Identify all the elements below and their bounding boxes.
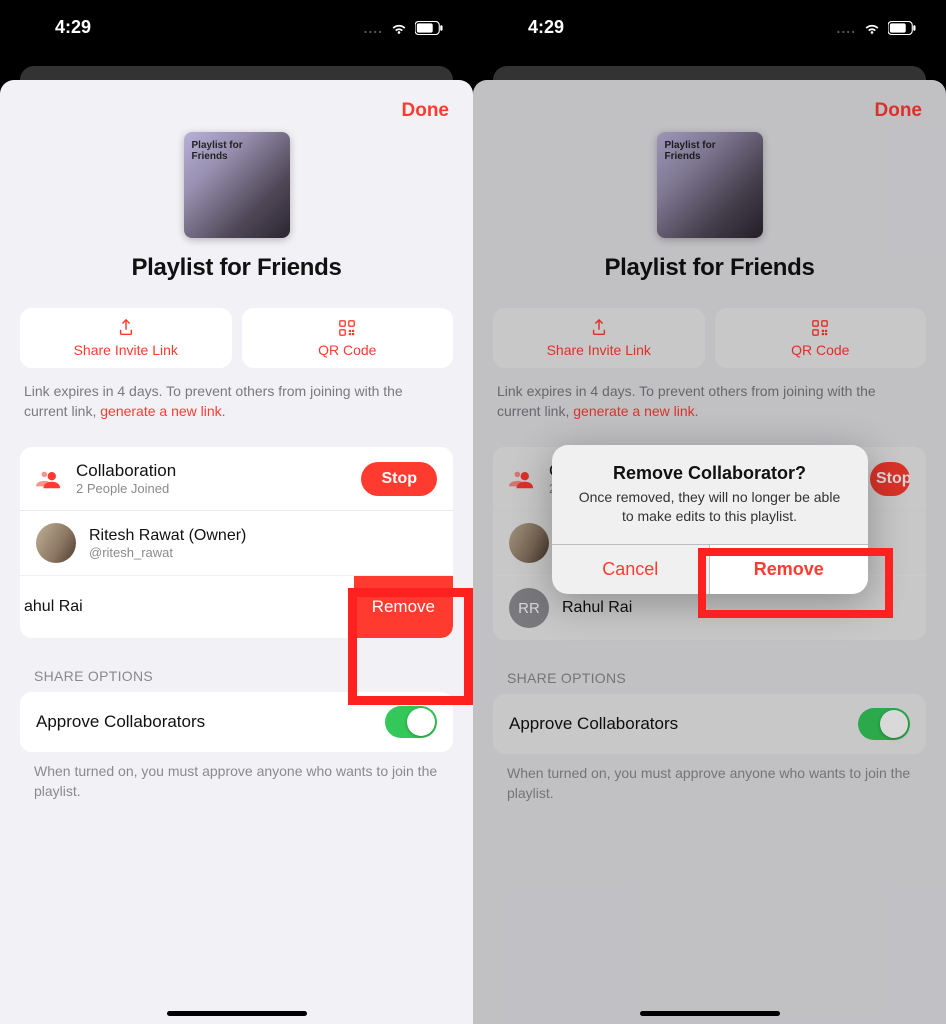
battery-icon bbox=[415, 21, 443, 35]
approve-help-text: When turned on, you must approve anyone … bbox=[20, 762, 453, 801]
playlist-artwork: Playlist for Friends bbox=[657, 132, 763, 238]
member-name-partial: ahul Rai bbox=[20, 598, 354, 616]
wifi-icon bbox=[863, 21, 881, 35]
status-time: 4:29 bbox=[528, 17, 564, 38]
phone-left: 4:29 .... Done Playlist for Friends Play… bbox=[0, 0, 473, 1024]
alert-buttons: Cancel Remove bbox=[552, 544, 868, 594]
playlist-title: Playlist for Friends bbox=[493, 254, 926, 282]
avatar-initials: RR bbox=[509, 588, 549, 628]
avatar bbox=[509, 523, 549, 563]
status-time: 4:29 bbox=[55, 17, 91, 38]
approve-help-text: When turned on, you must approve anyone … bbox=[493, 764, 926, 803]
approve-collaborators-row: Approve Collaborators bbox=[493, 694, 926, 754]
approve-toggle[interactable] bbox=[385, 706, 437, 738]
alert-remove-button[interactable]: Remove bbox=[709, 545, 868, 594]
avatar bbox=[36, 523, 76, 563]
qr-code-button[interactable]: QR Code bbox=[242, 308, 454, 368]
member-name: Rahul Rai bbox=[562, 599, 910, 617]
share-buttons-row: Share Invite Link QR Code bbox=[493, 308, 926, 368]
collab-info: Collaboration 2 People Joined bbox=[76, 461, 347, 496]
link-expiry-text: Link expires in 4 days. To prevent other… bbox=[20, 382, 453, 421]
done-row: Done bbox=[20, 96, 453, 132]
people-icon bbox=[36, 469, 62, 489]
alert-message: Once removed, they will no longer be abl… bbox=[552, 488, 868, 544]
people-icon bbox=[509, 469, 535, 489]
alert-cancel-button[interactable]: Cancel bbox=[552, 545, 710, 594]
status-right: .... bbox=[836, 20, 916, 36]
qr-icon bbox=[338, 319, 356, 337]
share-icon bbox=[590, 319, 608, 337]
playlist-artwork: Playlist for Friends bbox=[184, 132, 290, 238]
qr-code-button[interactable]: QR Code bbox=[715, 308, 927, 368]
toggle-label: Approve Collaborators bbox=[509, 714, 678, 734]
collaboration-row: Collaboration 2 People Joined Stop bbox=[20, 447, 453, 511]
battery-icon bbox=[888, 21, 916, 35]
status-bar: 4:29 .... bbox=[0, 0, 473, 55]
generate-new-link[interactable]: generate a new link bbox=[573, 403, 694, 419]
collab-title: Collaboration bbox=[76, 461, 347, 481]
owner-name: Ritesh Rawat (Owner) bbox=[89, 527, 437, 545]
qr-icon bbox=[811, 319, 829, 337]
toggle-knob-icon bbox=[880, 710, 908, 738]
stop-collaboration-button[interactable]: Stop bbox=[361, 462, 437, 496]
collaborators-card: Collaboration 2 People Joined Stop Rites… bbox=[20, 447, 453, 638]
owner-handle: @ritesh_rawat bbox=[89, 545, 437, 560]
done-button[interactable]: Done bbox=[875, 100, 923, 122]
status-right: .... bbox=[363, 20, 443, 36]
member-row-swiped[interactable]: ahul Rai Remove bbox=[20, 576, 453, 638]
done-row: Done bbox=[493, 96, 926, 132]
signal-dots: .... bbox=[363, 20, 383, 36]
share-icon bbox=[117, 319, 135, 337]
home-indicator bbox=[640, 1011, 780, 1016]
share-invite-link-button[interactable]: Share Invite Link bbox=[493, 308, 705, 368]
toggle-knob-icon bbox=[407, 708, 435, 736]
approve-collaborators-row: Approve Collaborators bbox=[20, 692, 453, 752]
share-invite-link-button[interactable]: Share Invite Link bbox=[20, 308, 232, 368]
owner-row: Ritesh Rawat (Owner) @ritesh_rawat bbox=[20, 511, 453, 576]
home-indicator bbox=[167, 1011, 307, 1016]
remove-collaborator-alert: Remove Collaborator? Once removed, they … bbox=[552, 445, 868, 594]
share-buttons-row: Share Invite Link QR Code bbox=[20, 308, 453, 368]
share-options-label: SHARE OPTIONS bbox=[507, 670, 926, 686]
remove-swipe-button[interactable]: Remove bbox=[354, 576, 453, 638]
toggle-label: Approve Collaborators bbox=[36, 712, 205, 732]
playlist-title: Playlist for Friends bbox=[20, 254, 453, 282]
generate-new-link[interactable]: generate a new link bbox=[100, 403, 221, 419]
collaboration-sheet: Done Playlist for Friends Playlist for F… bbox=[0, 80, 473, 1024]
stop-collaboration-button[interactable]: Stop bbox=[870, 462, 910, 496]
wifi-icon bbox=[390, 21, 408, 35]
status-bar: 4:29 .... bbox=[473, 0, 946, 55]
done-button[interactable]: Done bbox=[402, 100, 450, 122]
share-options-label: SHARE OPTIONS bbox=[34, 668, 453, 684]
approve-toggle[interactable] bbox=[858, 708, 910, 740]
link-expiry-text: Link expires in 4 days. To prevent other… bbox=[493, 382, 926, 421]
signal-dots: .... bbox=[836, 20, 856, 36]
alert-title: Remove Collaborator? bbox=[552, 445, 868, 488]
collab-subtitle: 2 People Joined bbox=[76, 481, 347, 496]
phone-right: 4:29 .... Done Playlist for Friends Play… bbox=[473, 0, 946, 1024]
